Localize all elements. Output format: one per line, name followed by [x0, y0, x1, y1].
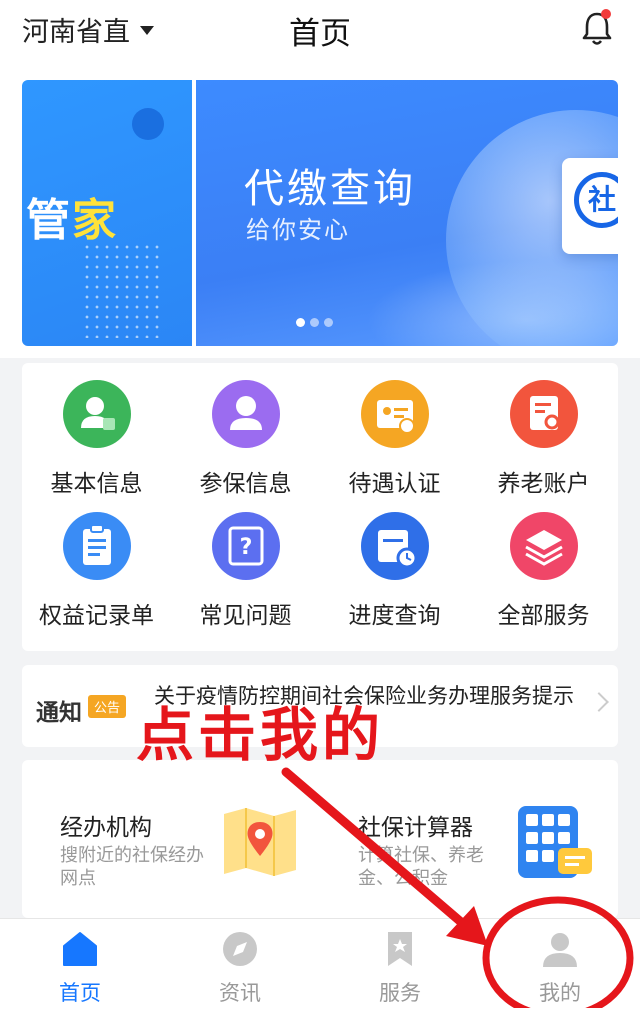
- account-doc-icon: [509, 380, 578, 448]
- annotation-text: 点击我的: [136, 701, 385, 769]
- person-icon: [211, 380, 280, 448]
- banner-slide-previous[interactable]: 管家: [22, 80, 192, 346]
- top-bar: 河南省直 首页: [0, 0, 640, 62]
- notice-badge: 公告: [88, 695, 127, 718]
- map-pin-icon: [224, 808, 296, 876]
- notice-label: 通知: [36, 700, 82, 726]
- banner-section: 管家 社 代缴查询 给你安心: [0, 62, 640, 358]
- tab-news[interactable]: 资讯: [160, 919, 320, 1009]
- tools-section: 经办机构 搜附近的社保经办网点 社保计算器 计算社保、养老金、公积金: [22, 760, 618, 918]
- service-insurance-info[interactable]: 参保信息: [171, 363, 320, 497]
- card-desc: 计算社保、养老金、公积金: [358, 845, 484, 889]
- compass-icon: [223, 932, 257, 966]
- social-security-card-icon: 社: [562, 158, 618, 254]
- service-all[interactable]: 全部服务: [469, 495, 618, 629]
- decor-circle: [132, 108, 164, 140]
- region-selector[interactable]: 河南省直: [22, 10, 154, 49]
- card-desc: 搜附近的社保经办网点: [60, 845, 204, 889]
- service-benefit-verify[interactable]: 待遇认证: [320, 363, 469, 497]
- calendar-clock-icon: [360, 512, 429, 580]
- service-pension-account[interactable]: 养老账户: [469, 363, 618, 497]
- bottom-tab-bar: 首页 资讯 服务 我的: [0, 918, 640, 1009]
- tab-home[interactable]: 首页: [0, 919, 160, 1009]
- decor-dots: [82, 242, 162, 338]
- banner-subline: 给你安心: [246, 216, 350, 244]
- service-progress-query[interactable]: 进度查询: [320, 495, 469, 629]
- svg-text:?: ?: [239, 535, 252, 560]
- card-calculator[interactable]: 社保计算器 计算社保、养老金、公积金: [320, 760, 618, 918]
- calculator-icon: [518, 806, 592, 878]
- service-basic-info[interactable]: 基本信息: [22, 363, 171, 497]
- user-card-icon: [62, 380, 131, 448]
- pager-dot[interactable]: [324, 318, 333, 327]
- banner-pager[interactable]: [296, 318, 333, 327]
- region-label: 河南省直: [22, 17, 130, 48]
- card-agency[interactable]: 经办机构 搜附近的社保经办网点: [22, 760, 320, 918]
- bookmark-icon: [388, 932, 412, 966]
- home-icon: [63, 932, 97, 966]
- bell-icon[interactable]: [580, 8, 614, 48]
- service-faq[interactable]: ? 常见问题: [171, 495, 320, 629]
- banner-slide[interactable]: 社 代缴查询 给你安心: [196, 80, 618, 346]
- tab-mine[interactable]: 我的: [480, 919, 640, 1009]
- service-rights-record[interactable]: 权益记录单: [22, 495, 171, 629]
- profile-icon: [543, 933, 577, 967]
- banner-left-text: 管家: [26, 195, 118, 246]
- caret-down-icon: [140, 26, 154, 35]
- card-title: 经办机构: [60, 815, 152, 841]
- pager-dot[interactable]: [296, 318, 305, 327]
- question-doc-icon: ?: [211, 512, 280, 580]
- banner-headline: 代缴查询: [244, 166, 416, 212]
- layers-icon: [509, 512, 578, 580]
- id-verify-icon: [360, 380, 429, 448]
- service-grid: 基本信息 参保信息 待遇认证 养老账户 权益记录单 ? 常见问题 进度查询 全部…: [22, 363, 618, 651]
- clipboard-icon: [62, 512, 131, 580]
- chevron-right-icon: [589, 692, 609, 712]
- pager-dot[interactable]: [310, 318, 319, 327]
- tab-services[interactable]: 服务: [320, 919, 480, 1009]
- card-title: 社保计算器: [358, 815, 473, 841]
